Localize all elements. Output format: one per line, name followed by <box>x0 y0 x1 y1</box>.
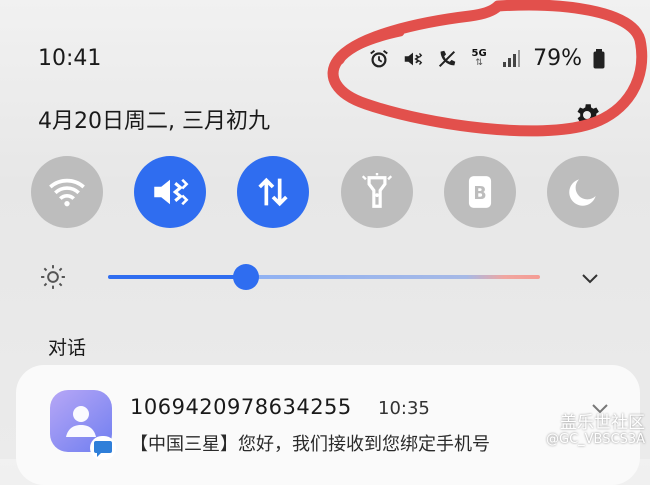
settings-gear-icon[interactable] <box>572 100 602 130</box>
vibrate-toggle[interactable] <box>134 156 207 228</box>
battery-percent: 79% <box>533 46 582 71</box>
watermark-community: 盖乐世社区 <box>560 413 645 433</box>
battery-icon <box>592 47 606 71</box>
watermark-username: @GC_VBSCS3A <box>546 432 645 447</box>
notification-body: 【中国三星】您好，我们接收到您绑定手机号 <box>130 434 490 455</box>
vibrate-icon <box>154 178 189 206</box>
wifi-icon <box>49 178 85 207</box>
brightness-sun-icon <box>41 265 65 289</box>
brightness-track <box>246 275 540 279</box>
brightness-slider[interactable] <box>108 264 540 290</box>
mobile-data-icon <box>258 177 289 207</box>
no-call-icon <box>435 47 459 71</box>
flashlight-icon <box>361 173 392 208</box>
brightness-thumb[interactable] <box>233 264 259 290</box>
expand-chevron-down-icon[interactable] <box>578 266 602 290</box>
bixby-toggle[interactable]: B <box>443 156 516 228</box>
notification-sender: 1069420978634255 <box>130 395 352 419</box>
section-label-conversations: 对话 <box>48 337 87 359</box>
bixby-icon: B <box>468 176 491 208</box>
night-mode-toggle[interactable] <box>546 156 619 228</box>
mobile-data-toggle[interactable] <box>237 156 310 228</box>
5g-icon: 5G ⇅ <box>471 48 487 68</box>
panel-date: 4月20日周二, 三月初九 <box>38 109 270 134</box>
flashlight-toggle[interactable] <box>340 156 413 228</box>
notification-time: 10:35 <box>378 398 430 419</box>
status-icons: 5G ⇅ 79% <box>367 46 606 71</box>
alarm-icon <box>367 47 391 71</box>
night-mode-icon <box>569 179 596 206</box>
wifi-toggle[interactable] <box>31 156 103 228</box>
quick-toggles: B <box>31 156 619 228</box>
signal-icon <box>499 47 523 71</box>
status-time: 10:41 <box>38 46 102 71</box>
svg-text:B: B <box>473 184 486 204</box>
vibrate-icon <box>401 47 425 71</box>
brightness-row <box>40 260 620 294</box>
brightness-fill <box>108 275 246 279</box>
message-badge-icon <box>90 436 116 460</box>
